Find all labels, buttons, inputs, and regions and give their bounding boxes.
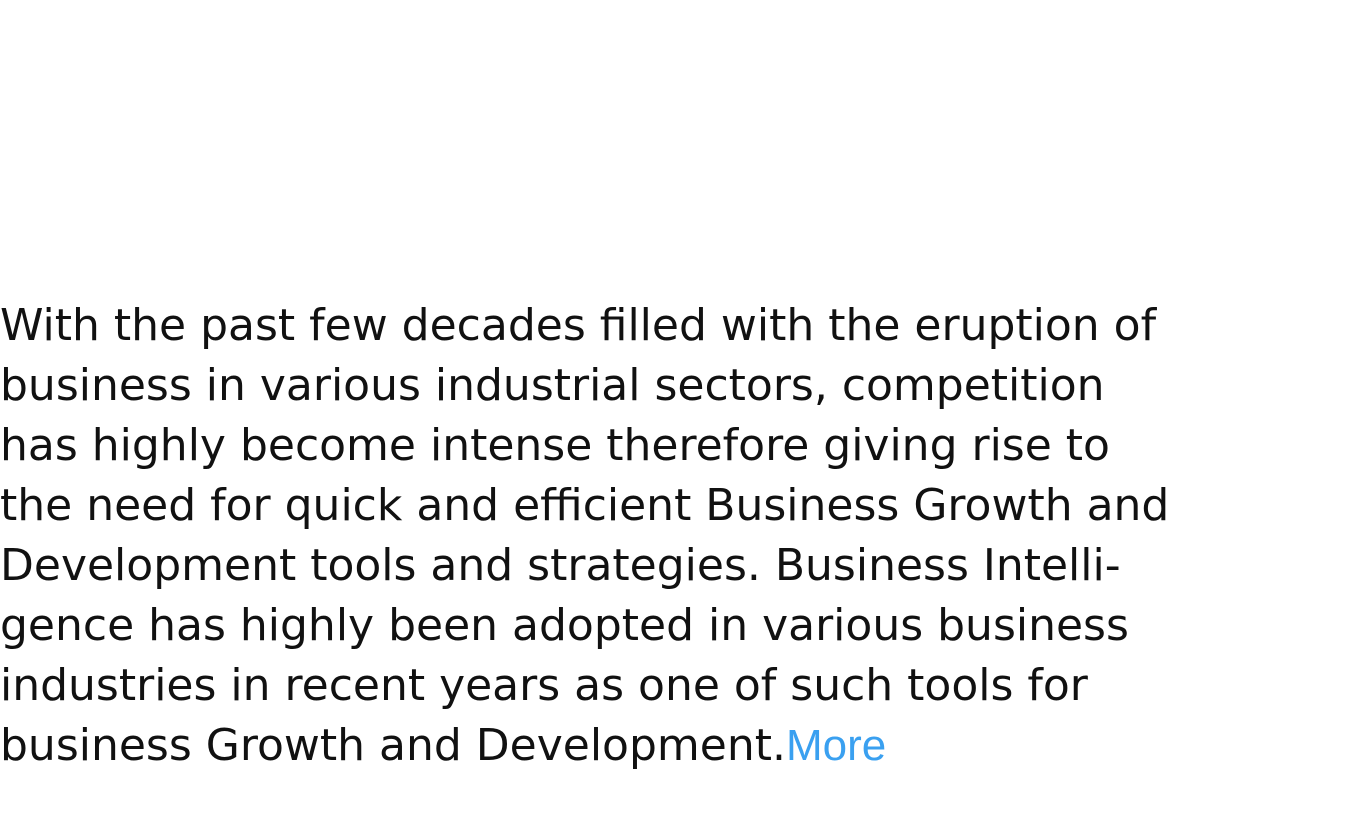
paragraph-line-text: business Growth and Development. [0,720,786,771]
paragraph-line: the need for quick and efficient Busines… [0,480,1170,531]
article-paragraph: With the past few decades filled with th… [0,296,1350,776]
paragraph-line: business in various industrial sectors, … [0,360,1105,411]
page: With the past few decades filled with th… [0,0,1350,826]
paragraph-last-line: business Growth and Development.More [0,716,1350,776]
paragraph-line: industries in recent years as one of suc… [0,660,1088,711]
paragraph-line: Development tools and strategies. Busine… [0,540,1121,591]
paragraph-line: has highly become intense therefore givi… [0,420,1110,471]
paragraph-line: With the past few decades filled with th… [0,300,1157,351]
more-link[interactable]: More [786,721,886,770]
paragraph-line: gence has highly been adopted in various… [0,600,1129,651]
